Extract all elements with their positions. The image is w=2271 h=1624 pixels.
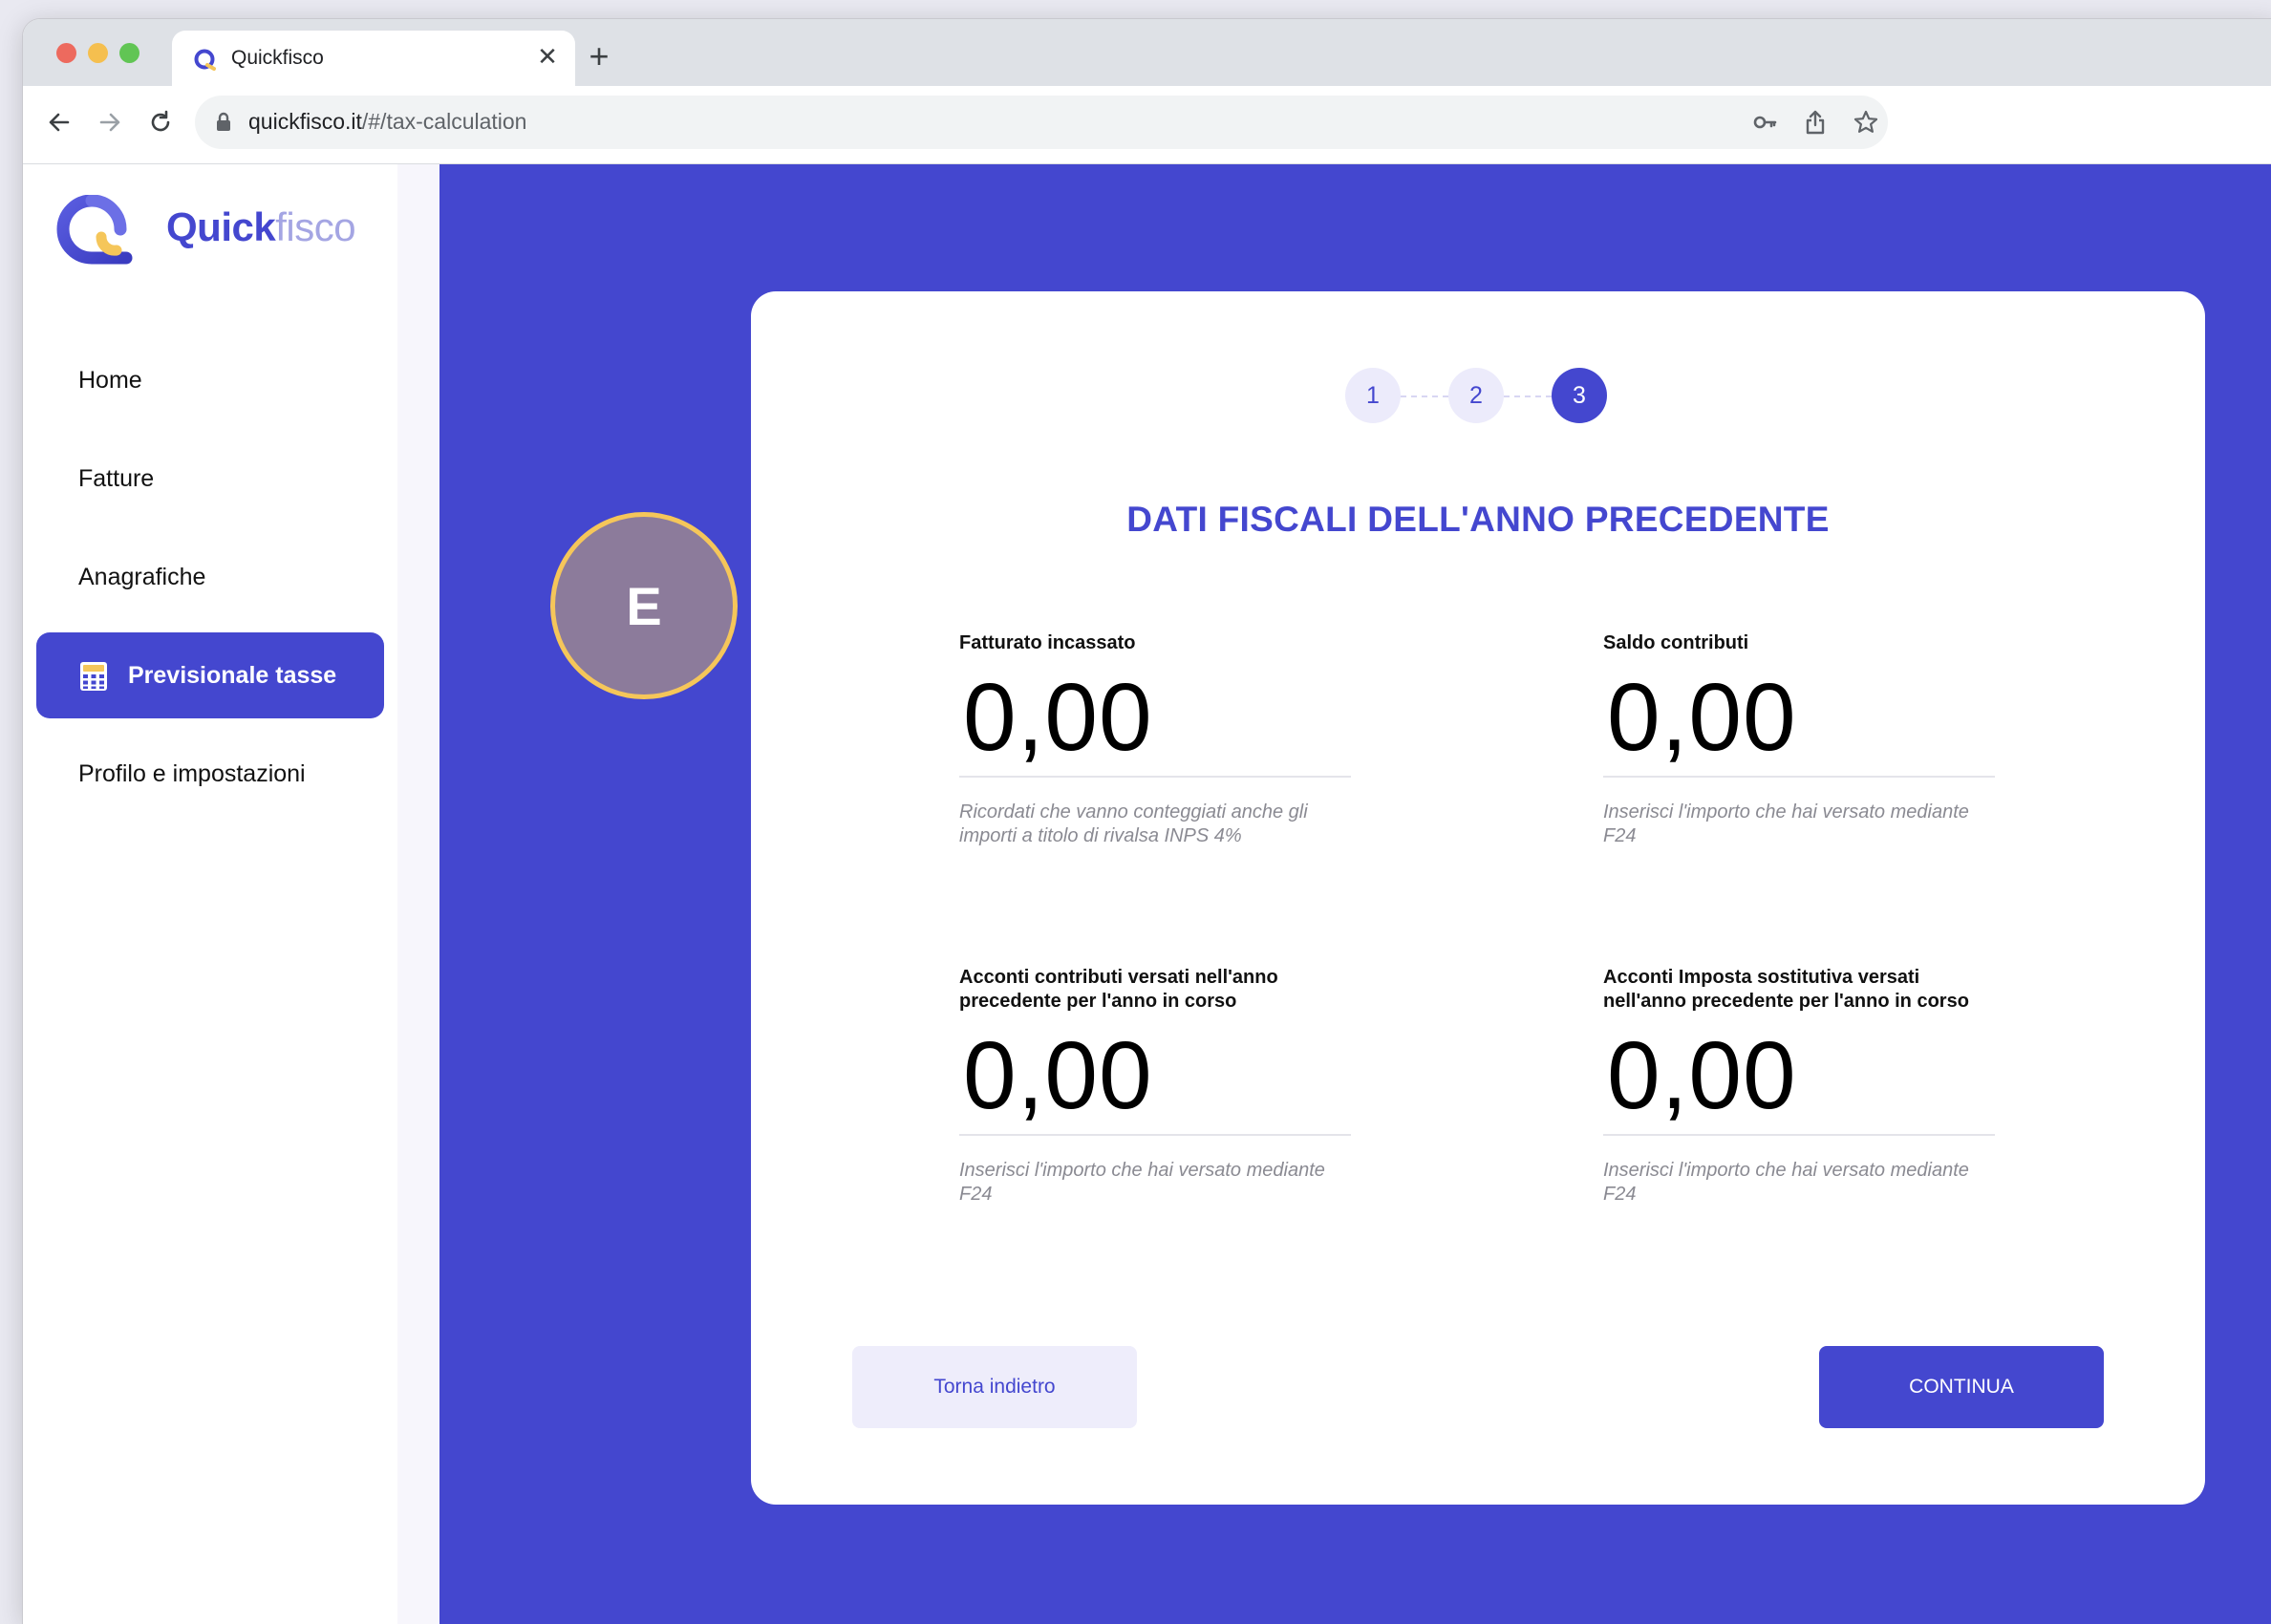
page-title: DATI FISCALI DELL'ANNO PRECEDENTE [1126,500,1830,539]
step-3[interactable]: 3 [1552,368,1607,423]
step-connector [1504,395,1552,397]
sidebar-divider [397,164,439,1624]
acconti-imposta-input[interactable]: 0,00 [1603,1023,1995,1128]
close-window-button[interactable] [56,43,76,63]
url-text: quickfisco.it/#/tax-calculation [248,109,527,134]
tax-form-card: 1 2 3 DATI FISCALI DELL'ANNO PRECEDENTE … [751,291,2205,1505]
browser-titlebar: Quickfisco ✕ + [23,19,2271,88]
field-fatturato: Fatturato incassato 0,00 Ricordati che v… [959,631,1351,848]
field-hint: Inserisci l'importo che hai versato medi… [959,1160,1325,1205]
field-label: Acconti Imposta sostitutiva versati nell… [1603,967,1969,1012]
field-hint: Ricordati che vanno conteggiati anche gl… [959,801,1308,846]
close-icon[interactable]: ✕ [533,42,562,71]
fatturato-input[interactable]: 0,00 [959,665,1351,770]
sidebar-item-profilo[interactable]: Profilo e impostazioni [78,760,306,788]
back-button[interactable]: Torna indietro [852,1346,1137,1428]
back-arrow-icon[interactable] [42,105,76,139]
step-connector [1401,395,1448,397]
logo-wordmark: Quickfisco [166,204,356,249]
field-acconti-contributi: Acconti contributi versati nell'anno pre… [959,966,1351,1207]
minimize-window-button[interactable] [88,43,108,63]
forward-arrow-icon[interactable] [93,105,127,139]
avatar[interactable]: E [550,512,738,699]
stepper: 1 2 3 [1345,368,1622,425]
share-icon[interactable] [1801,108,1830,137]
lock-icon [217,112,230,131]
field-label: Fatturato incassato [959,632,1136,653]
tab-title: Quickfisco [231,47,324,69]
field-hint: Inserisci l'importo che hai versato medi… [1603,1160,1969,1205]
app-root: Quickfisco Home Fatture Anagrafiche Prev… [23,164,2271,1624]
sidebar-item-label: Previsionale tasse [128,662,337,689]
step-2[interactable]: 2 [1448,368,1504,423]
plus-icon[interactable]: + [583,39,615,75]
sidebar-item-fatture[interactable]: Fatture [78,465,154,493]
browser-toolbar: quickfisco.it/#/tax-calculation [23,86,2271,164]
quickfisco-favicon-icon [194,49,216,71]
star-icon[interactable] [1852,108,1880,137]
quickfisco-logo-icon [56,195,133,265]
field-underline [1603,1134,1995,1136]
continue-button[interactable]: CONTINUA [1819,1346,2104,1428]
maximize-window-button[interactable] [119,43,139,63]
step-1[interactable]: 1 [1345,368,1401,423]
reload-icon[interactable] [143,105,178,139]
calculator-icon [80,662,107,691]
field-label: Acconti contributi versati nell'anno pre… [959,967,1278,1012]
field-acconti-imposta: Acconti Imposta sostitutiva versati nell… [1603,966,1995,1207]
browser-window: Quickfisco ✕ + quickfisco.it/#/tax-calcu… [23,19,2271,1624]
sidebar-item-home[interactable]: Home [78,367,142,395]
field-underline [959,1134,1351,1136]
field-saldo-contributi: Saldo contributi 0,00 Inserisci l'import… [1603,631,1995,848]
address-bar[interactable]: quickfisco.it/#/tax-calculation [195,96,1888,149]
sidebar-item-previsionale-tasse[interactable]: Previsionale tasse [36,632,384,718]
browser-tab[interactable]: Quickfisco ✕ [172,31,575,88]
field-underline [959,776,1351,778]
saldo-contributi-input[interactable]: 0,00 [1603,665,1995,770]
key-icon[interactable] [1750,108,1779,137]
sidebar-item-anagrafiche[interactable]: Anagrafiche [78,564,205,591]
acconti-contributi-input[interactable]: 0,00 [959,1023,1351,1128]
field-hint: Inserisci l'importo che hai versato medi… [1603,801,1969,846]
sidebar: Quickfisco Home Fatture Anagrafiche Prev… [23,164,397,1624]
field-label: Saldo contributi [1603,632,1749,653]
quickfisco-logo[interactable]: Quickfisco [54,195,356,265]
field-underline [1603,776,1995,778]
